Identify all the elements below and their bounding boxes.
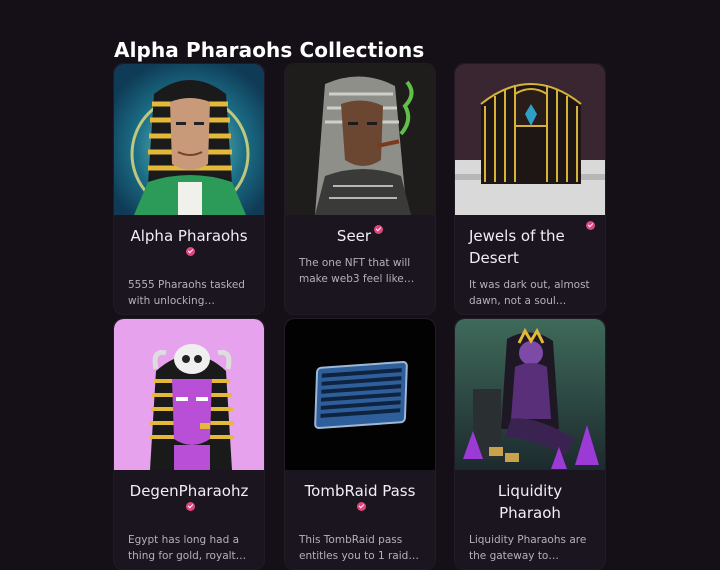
collection-name: TombRaid Pass [304, 482, 416, 500]
collection-name-row: Seer [285, 215, 435, 247]
collection-image-tombraid-pass [285, 319, 435, 470]
collection-image-liquidity-pharaoh [455, 319, 605, 470]
collection-description: This TombRaid pass entitles you to 1 rai… [299, 534, 409, 562]
verified-badge-icon [186, 247, 195, 256]
collection-name-row: Jewels of the Desert [455, 215, 605, 269]
collection-image-alpha-pharaohs [114, 64, 264, 215]
collection-name-row: TombRaid Pass [285, 470, 435, 524]
collection-card-jewels-of-the-desert[interactable]: Jewels of the Desert It was dark out, al… [454, 63, 606, 315]
collection-card-alpha-pharaohs[interactable]: Alpha Pharaohs 5555 Pharaohs tasked with… [113, 63, 265, 315]
collection-card-tombraid-pass[interactable]: TombRaid Pass This TombRaid pass entitle… [284, 318, 436, 570]
collection-card-liquidity-pharaoh[interactable]: Liquidity Pharaoh Liquidity Pharaohs are… [454, 318, 606, 570]
collection-name: Liquidity Pharaoh [497, 482, 563, 522]
verified-badge-icon [374, 225, 384, 234]
collection-name: Seer [336, 227, 372, 245]
verified-badge-icon [586, 221, 595, 230]
collection-description: The one NFT that will make web3 feel lik… [299, 257, 411, 285]
verified-badge-icon [186, 502, 195, 511]
collection-image-seer [285, 64, 435, 215]
collection-name-row: Liquidity Pharaoh [455, 470, 605, 524]
collection-image-jewels-of-the-desert [455, 64, 605, 215]
collection-image-degenpharaohz [114, 319, 264, 470]
collections-grid: Alpha Pharaohs 5555 Pharaohs tasked with… [0, 0, 720, 570]
collection-name: Alpha Pharaohs [130, 227, 248, 245]
collection-name: Jewels of the Desert [469, 227, 565, 267]
verified-badge-icon [357, 502, 366, 511]
collection-name-row: Alpha Pharaohs [114, 215, 264, 269]
collection-card-seer[interactable]: Seer The one NFT that will make web3 fee… [284, 63, 436, 315]
collection-name-row: DegenPharaohz [114, 470, 264, 524]
collection-description: Liquidity Pharaohs are the gateway to le… [469, 534, 587, 562]
collection-name: DegenPharaohz [129, 482, 249, 500]
collection-description: It was dark out, almost dawn, not a soul… [469, 279, 590, 307]
collection-description: 5555 Pharaohs tasked with unlocking ulti… [128, 279, 245, 307]
collection-card-degenpharaohz[interactable]: DegenPharaohz Egypt has long had a thing… [113, 318, 265, 570]
collection-description: Egypt has long had a thing for gold, roy… [128, 534, 242, 562]
